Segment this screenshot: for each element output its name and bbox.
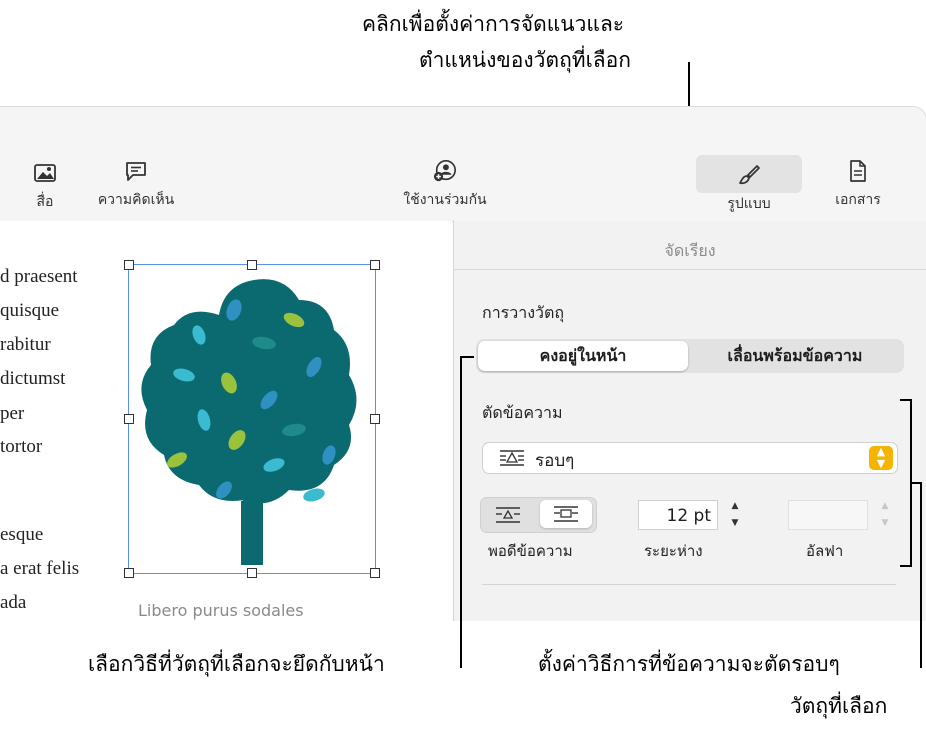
document-canvas[interactable]: d praesent quisque rabitur dictumst per …: [0, 221, 452, 621]
divider: [454, 269, 926, 270]
text-wrap-label: ตัดข้อความ: [482, 403, 563, 422]
callout-bracket-top: [900, 399, 912, 401]
collaborate-icon: [433, 160, 456, 182]
wrap-rect-icon: [554, 506, 578, 522]
wrap-rect-option[interactable]: [540, 500, 592, 528]
wrap-around-icon: [500, 450, 524, 466]
resize-handle[interactable]: [370, 260, 380, 270]
media-label: สื่อ: [36, 194, 54, 210]
resize-handle[interactable]: [247, 568, 257, 578]
document-icon: [850, 160, 866, 182]
paintbrush-icon: [739, 165, 760, 185]
body-text-line: esque: [0, 524, 44, 545]
text-wrap-popup[interactable]: รอบๆ ▲ ▼: [482, 442, 898, 474]
text-fit-label: พอดีข้อความ: [488, 542, 573, 560]
document-label: เอกสาร: [835, 192, 881, 208]
format-button[interactable]: รูปแบบ: [696, 163, 802, 215]
divider: [482, 584, 896, 585]
callout-leader-left: [460, 356, 462, 668]
spacing-field[interactable]: 12 pt: [638, 500, 718, 530]
body-text-line: per: [0, 403, 25, 424]
comment-icon: [126, 162, 146, 181]
callout-leader-left-tick: [460, 356, 474, 358]
callout-wrap: ตั้งค่าวิธีการที่ข้อความจะตัดรอบๆ: [538, 652, 840, 676]
stepper-up-icon[interactable]: ▲: [724, 498, 746, 515]
callout-arrange: คลิกเพื่อตั้งค่าการจัดแนวและ: [362, 12, 625, 36]
wrap-contour-icon[interactable]: [495, 506, 521, 524]
format-label: รูปแบบ: [727, 196, 771, 212]
resize-handle[interactable]: [247, 260, 257, 270]
collaborate-button[interactable]: ใช้งานร่วมกัน: [385, 159, 505, 211]
object-placement-label: การวางวัตถุ: [482, 303, 565, 322]
resize-handle[interactable]: [370, 414, 380, 424]
collaborate-label: ใช้งานร่วมกัน: [403, 192, 487, 208]
resize-handle[interactable]: [124, 414, 134, 424]
resize-handle[interactable]: [124, 260, 134, 270]
tab-arrange[interactable]: จัดเรียง: [454, 239, 926, 264]
body-text-line: quisque: [0, 300, 60, 321]
alpha-stepper[interactable]: ▲ ▼: [874, 498, 896, 532]
alpha-field[interactable]: [788, 500, 868, 530]
spacing-label: ระยะห่าง: [644, 542, 703, 560]
media-button[interactable]: สื่อ: [30, 159, 60, 213]
document-button[interactable]: เอกสาร: [818, 159, 898, 211]
resize-handle[interactable]: [124, 568, 134, 578]
callout-placement: เลือกวิธีที่วัตถุที่เลือกจะยึดกับหน้า: [88, 652, 385, 676]
alpha-label: อัลฟา: [806, 542, 844, 560]
body-text-line: ada: [0, 592, 27, 613]
move-with-text-option[interactable]: เลื่อนพร้อมข้อความ: [688, 341, 902, 371]
body-text-line: d praesent: [0, 266, 78, 287]
callout-bracket-bottom: [900, 565, 912, 567]
resize-handle[interactable]: [370, 568, 380, 578]
object-placement-control: คงอยู่ในหน้า เลื่อนพร้อมข้อความ: [476, 339, 904, 373]
callout-wrap-line2: วัตถุที่เลือก: [790, 694, 888, 718]
popup-chevron-icon: ▲ ▼: [869, 446, 893, 470]
arrange-inspector: จัดเรียง การวางวัตถุ คงอยู่ในหน้า เลื่อน…: [453, 221, 926, 621]
text-wrap-value: รอบๆ: [535, 451, 575, 471]
stepper-up-icon[interactable]: ▲: [874, 498, 896, 515]
stepper-down-icon[interactable]: ▼: [874, 515, 896, 532]
body-text-line: rabitur: [0, 334, 51, 355]
image-icon: [34, 164, 56, 182]
stepper-down-icon[interactable]: ▼: [724, 515, 746, 532]
selection-frame[interactable]: [128, 264, 376, 574]
callout-arrange-line2: ตำแหน่งของวัตถุที่เลือก: [419, 48, 631, 72]
body-text-line: tortor: [0, 436, 43, 457]
body-text-line: dictumst: [0, 368, 66, 389]
callout-leader-right-vertical: [920, 482, 922, 668]
comment-label: ความคิดเห็น: [97, 192, 175, 208]
comment-button[interactable]: ความคิดเห็น: [86, 159, 186, 211]
image-caption[interactable]: Libero purus sodales: [138, 601, 304, 620]
toolbar: สื่อ ความคิดเห็น ใช้งานร่วมกัน รูปแบบ เอ…: [0, 106, 926, 222]
stay-on-page-option[interactable]: คงอยู่ในหน้า: [478, 341, 688, 371]
text-fit-control: [480, 497, 597, 533]
body-text-line: a erat felis: [0, 558, 80, 579]
spacing-stepper[interactable]: ▲ ▼: [724, 498, 746, 532]
